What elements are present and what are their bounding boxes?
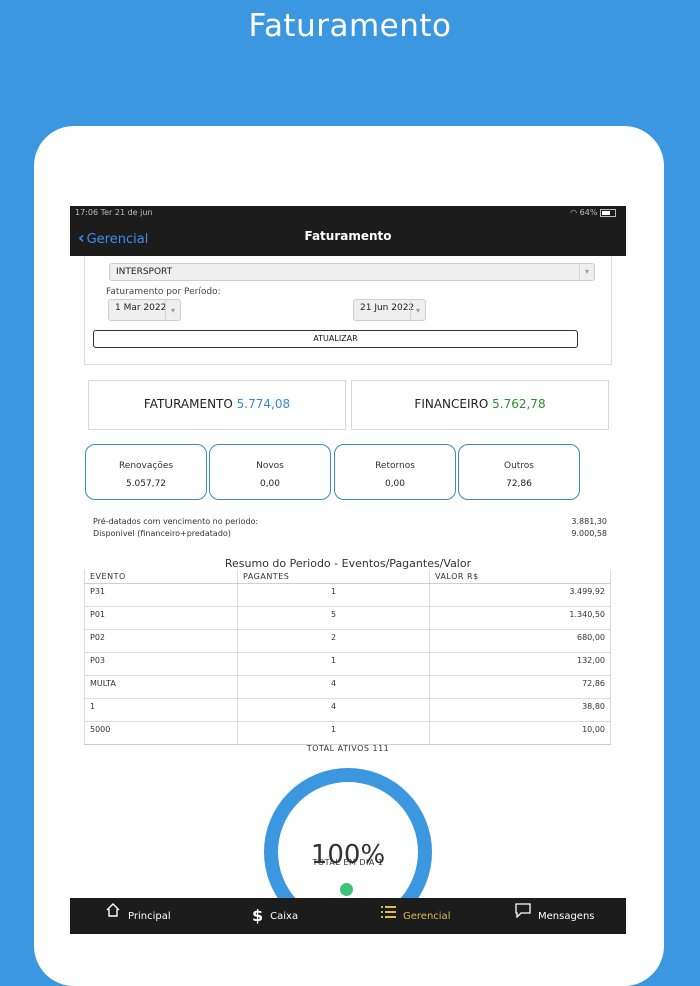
chevron-down-icon: ▾ <box>165 300 180 320</box>
header-valor: VALOR R$ <box>429 570 611 584</box>
status-battery: ◠ 64% <box>570 206 616 219</box>
kpi-renovacoes[interactable]: Renovações 5.057,72 <box>85 444 207 500</box>
cell-pagantes: 1 <box>237 652 430 676</box>
tab-label: Mensagens <box>538 911 595 922</box>
cell-valor: 72,86 <box>429 675 611 699</box>
kpi-value: 72,86 <box>506 479 532 489</box>
table-row: 1 4 38,80 <box>84 698 611 722</box>
table-row: P01 5 1.340,50 <box>84 606 611 630</box>
cell-evento: P02 <box>84 629 238 653</box>
app-screen: 17:06 Ter 21 de jun ◠ 64% ‹ Gerencial Fat… <box>70 206 626 934</box>
cell-pagantes: 4 <box>237 698 430 722</box>
gauge-dot <box>340 883 353 896</box>
info-label: Pré-datados com vencimento no periodo: <box>93 517 259 526</box>
hero-title: Faturamento <box>248 8 452 44</box>
nav-bar: ‹ Gerencial Faturamento <box>70 219 626 256</box>
period-label: Faturamento por Período: <box>106 287 221 297</box>
table-row: P02 2 680,00 <box>84 629 611 653</box>
kpi-retornos[interactable]: Retornos 0,00 <box>334 444 456 500</box>
chevron-down-icon: ▾ <box>410 300 425 320</box>
cell-evento: P01 <box>84 606 238 630</box>
kpi-label: Renovações <box>118 461 174 471</box>
tab-gerencial[interactable]: Gerencial <box>381 898 450 934</box>
end-date-value: 21 Jun 2022 <box>360 303 415 313</box>
kpi-outros[interactable]: Outros 72,86 <box>458 444 580 500</box>
cell-valor: 10,00 <box>429 721 611 745</box>
kpi-value: 5.057,72 <box>125 479 167 489</box>
header-evento: EVENTO <box>84 570 238 584</box>
tab-label: Caixa <box>270 911 299 922</box>
dollar-icon: $ <box>252 906 264 925</box>
nav-title: Faturamento <box>304 229 392 243</box>
tab-caixa[interactable]: $ Caixa <box>252 898 298 934</box>
financeiro-value: 5.762,78 <box>492 397 546 411</box>
kpi-value: 0,00 <box>259 479 281 489</box>
company-select-value: INTERSPORT <box>116 267 173 277</box>
cell-pagantes: 2 <box>237 629 430 653</box>
resumo-table: EVENTO PAGANTES VALOR R$ P31 1 3.499,92 P01… <box>84 570 611 745</box>
chevron-down-icon: ▾ <box>579 264 594 280</box>
cell-evento: P03 <box>84 652 238 676</box>
kpi-label: Novos <box>256 461 284 471</box>
chat-icon <box>515 898 531 934</box>
info-label: Disponivel (financeiro+predatado) <box>93 529 231 538</box>
start-date-value: 1 Mar 2022 <box>115 303 167 313</box>
gauge-sub-label: TOTAL EM DIA 1 <box>312 858 384 867</box>
table-header-row: EVENTO PAGANTES VALOR R$ <box>84 570 611 584</box>
financeiro-card: FINANCEIRO 5.762,78 <box>351 380 609 430</box>
cell-valor: 1.340,50 <box>429 606 611 630</box>
cell-pagantes: 4 <box>237 675 430 699</box>
kpi-label: Outros <box>503 461 534 471</box>
end-date-select[interactable]: 21 Jun 2022 ▾ <box>353 299 426 321</box>
battery-icon <box>600 208 616 217</box>
tab-principal[interactable]: Principal <box>105 898 171 934</box>
cell-pagantes: 1 <box>237 721 430 745</box>
start-date-select[interactable]: 1 Mar 2022 ▾ <box>108 299 181 321</box>
kpi-value: 0,00 <box>384 479 406 489</box>
cell-evento: 5000 <box>84 721 238 745</box>
tab-bar: Principal $ Caixa Gerencial Mensagens <box>70 898 626 934</box>
info-value: 9.000,58 <box>571 529 607 538</box>
header-pagantes: PAGANTES <box>237 570 430 584</box>
cell-evento: MULTA <box>84 675 238 699</box>
info-value: 3.881,30 <box>571 517 607 526</box>
update-button[interactable]: ATUALIZAR <box>93 330 578 348</box>
cell-pagantes: 5 <box>237 606 430 630</box>
table-title: Resumo do Periodo - Eventos/Pagantes/Val… <box>224 557 472 570</box>
faturamento-label: FATURAMENTO <box>143 397 233 411</box>
cell-valor: 38,80 <box>429 698 611 722</box>
financeiro-label: FINANCEIRO <box>414 397 489 411</box>
cell-valor: 680,00 <box>429 629 611 653</box>
filter-panel: INTERSPORT ▾ Faturamento por Período: 1 … <box>84 256 612 365</box>
battery-percent: 64% <box>579 208 598 217</box>
table-row: 5000 1 10,00 <box>84 721 611 745</box>
cell-pagantes: 1 <box>237 583 430 607</box>
cell-evento: P31 <box>84 583 238 607</box>
wifi-icon: ◠ <box>570 208 580 217</box>
table-row: MULTA 4 72,86 <box>84 675 611 699</box>
info-predatados: Pré-datados com vencimento no periodo: 3… <box>93 517 607 526</box>
company-select[interactable]: INTERSPORT ▾ <box>109 263 595 281</box>
tab-label: Gerencial <box>403 911 451 922</box>
home-icon <box>105 898 121 934</box>
status-bar: 17:06 Ter 21 de jun ◠ 64% <box>70 206 626 219</box>
faturamento-value: 5.774,08 <box>236 397 291 411</box>
status-time: 17:06 Ter 21 de jun <box>75 208 153 217</box>
table-row: P31 1 3.499,92 <box>84 583 611 607</box>
cell-valor: 3.499,92 <box>429 583 611 607</box>
tab-mensagens[interactable]: Mensagens <box>515 898 595 934</box>
info-disponivel: Disponivel (financeiro+predatado) 9.000,… <box>93 529 607 538</box>
faturamento-card: FATURAMENTO 5.774,08 <box>88 380 346 430</box>
tab-label: Principal <box>128 911 171 922</box>
kpi-label: Retornos <box>375 461 415 471</box>
list-icon <box>381 898 396 934</box>
total-ativos-label: TOTAL ATIVOS 111 <box>306 744 390 753</box>
kpi-novos[interactable]: Novos 0,00 <box>209 444 331 500</box>
cell-valor: 132,00 <box>429 652 611 676</box>
cell-evento: 1 <box>84 698 238 722</box>
table-row: P03 1 132,00 <box>84 652 611 676</box>
